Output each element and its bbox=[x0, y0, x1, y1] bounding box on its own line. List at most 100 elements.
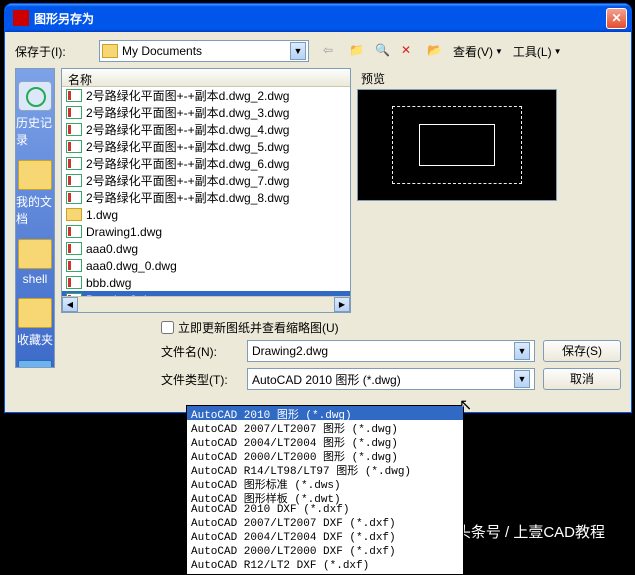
sidebar-item-documents[interactable]: 我的文档 bbox=[16, 156, 54, 231]
dropdown-option[interactable]: AutoCAD 2004/LT2004 图形 (*.dwg) bbox=[187, 434, 463, 448]
dropdown-option[interactable]: AutoCAD 2010 图形 (*.dwg) bbox=[187, 406, 463, 420]
app-icon bbox=[13, 10, 29, 26]
dropdown-option[interactable]: AutoCAD R12/LT2 DXF (*.dxf) bbox=[187, 560, 463, 574]
file-name: 2号路绿化平面图+-+副本d.dwg_4.dwg bbox=[86, 121, 289, 138]
dropdown-option[interactable]: AutoCAD 2004/LT2004 DXF (*.dxf) bbox=[187, 532, 463, 546]
tools-menu[interactable]: 工具(L) ▼ bbox=[513, 43, 562, 60]
save-in-label: 保存于(I): bbox=[15, 43, 93, 60]
file-item[interactable]: aaa0.dwg_0.dwg bbox=[62, 257, 350, 274]
file-name: bbb.dwg bbox=[86, 276, 131, 290]
search-icon[interactable]: 🔍 bbox=[375, 43, 391, 59]
dwg-file-icon bbox=[66, 293, 82, 296]
dropdown-option[interactable]: AutoCAD 2000/LT2000 图形 (*.dwg) bbox=[187, 448, 463, 462]
horizontal-scrollbar[interactable]: ◀ ▶ bbox=[62, 296, 350, 312]
file-name: Drawing1.dwg bbox=[86, 225, 162, 239]
column-header-name[interactable]: 名称 bbox=[62, 69, 350, 87]
favorites-icon bbox=[18, 298, 52, 328]
save-as-dialog: 图形另存为 ✕ 保存于(I): My Documents ▼ ⇦ 📁 🔍 ✕ 📂… bbox=[4, 3, 632, 413]
watermark-text: 头条号 / 上壹CAD教程 bbox=[456, 521, 605, 542]
new-folder-icon[interactable]: 📂 bbox=[427, 43, 443, 59]
dwg-file-icon bbox=[66, 106, 82, 119]
file-item[interactable]: 1.dwg bbox=[62, 206, 350, 223]
filetype-combo[interactable]: AutoCAD 2010 图形 (*.dwg) ▼ bbox=[247, 368, 535, 390]
titlebar[interactable]: 图形另存为 ✕ bbox=[5, 4, 631, 32]
view-menu[interactable]: 查看(V) ▼ bbox=[453, 43, 503, 60]
file-item[interactable]: 2号路绿化平面图+-+副本d.dwg_6.dwg bbox=[62, 155, 350, 172]
desktop-icon bbox=[18, 360, 52, 368]
chevron-down-icon[interactable]: ▼ bbox=[290, 42, 306, 60]
file-item[interactable]: 2号路绿化平面图+-+副本d.dwg_2.dwg bbox=[62, 87, 350, 104]
dwg-file-icon bbox=[66, 123, 82, 136]
file-name: 2号路绿化平面图+-+副本d.dwg_3.dwg bbox=[86, 104, 289, 121]
sidebar-item-shell[interactable]: shell bbox=[18, 235, 52, 290]
dropdown-option[interactable]: AutoCAD 图形样板 (*.dwt) bbox=[187, 490, 463, 504]
folder-icon bbox=[18, 239, 52, 269]
file-name: 1.dwg bbox=[86, 208, 118, 222]
save-in-combo[interactable]: My Documents ▼ bbox=[99, 40, 309, 62]
dwg-file-icon bbox=[66, 259, 82, 272]
cursor-icon: ↖ bbox=[459, 395, 472, 415]
file-item[interactable]: 2号路绿化平面图+-+副本d.dwg_3.dwg bbox=[62, 104, 350, 121]
dwg-file-icon bbox=[66, 225, 82, 238]
dwg-file-icon bbox=[66, 276, 82, 289]
filename-label: 文件名(N): bbox=[161, 343, 239, 360]
file-item[interactable]: 2号路绿化平面图+-+副本d.dwg_8.dwg bbox=[62, 189, 350, 206]
dialog-title: 图形另存为 bbox=[34, 10, 606, 27]
sidebar-item-label: 历史记录 bbox=[16, 114, 54, 148]
file-item[interactable]: aaa0.dwg bbox=[62, 240, 350, 257]
checkbox-label: 立即更新图纸并查看缩略图(U) bbox=[178, 319, 339, 336]
filename-value: Drawing2.dwg bbox=[252, 344, 328, 358]
filetype-value: AutoCAD 2010 图形 (*.dwg) bbox=[252, 371, 401, 388]
chevron-down-icon[interactable]: ▼ bbox=[514, 342, 530, 360]
dropdown-option[interactable]: AutoCAD 2007/LT2007 DXF (*.dxf) bbox=[187, 518, 463, 532]
preview-thumbnail bbox=[357, 89, 557, 201]
file-name: aaa0.dwg_0.dwg bbox=[86, 259, 177, 273]
file-item[interactable]: 2号路绿化平面图+-+副本d.dwg_7.dwg bbox=[62, 172, 350, 189]
file-item[interactable]: Drawing1.dwg bbox=[62, 223, 350, 240]
up-folder-icon[interactable]: 📁 bbox=[349, 43, 365, 59]
back-icon[interactable]: ⇦ bbox=[323, 43, 339, 59]
dropdown-option[interactable]: AutoCAD 2000/LT2000 DXF (*.dxf) bbox=[187, 546, 463, 560]
places-sidebar: 历史记录 我的文档 shell 收藏夹 桌面 bbox=[15, 68, 55, 368]
scroll-left-button[interactable]: ◀ bbox=[62, 297, 78, 312]
file-list[interactable]: 名称 2号路绿化平面图+-+副本d.dwg_2.dwg2号路绿化平面图+-+副本… bbox=[61, 68, 351, 313]
update-thumbnail-checkbox[interactable] bbox=[161, 321, 174, 334]
dropdown-option[interactable]: AutoCAD R14/LT98/LT97 图形 (*.dwg) bbox=[187, 462, 463, 476]
close-button[interactable]: ✕ bbox=[606, 8, 627, 29]
file-name: 2号路绿化平面图+-+副本d.dwg_8.dwg bbox=[86, 189, 289, 206]
file-name: 2号路绿化平面图+-+副本d.dwg_2.dwg bbox=[86, 87, 289, 104]
documents-icon bbox=[18, 160, 52, 190]
dwg-file-icon bbox=[66, 89, 82, 102]
file-item[interactable]: 2号路绿化平面图+-+副本d.dwg_4.dwg bbox=[62, 121, 350, 138]
dwg-file-icon bbox=[66, 157, 82, 170]
delete-icon[interactable]: ✕ bbox=[401, 43, 417, 59]
preview-pane: 预览 bbox=[357, 68, 557, 313]
sidebar-item-favorites[interactable]: 收藏夹 bbox=[17, 294, 53, 352]
file-item[interactable]: 2号路绿化平面图+-+副本d.dwg_5.dwg bbox=[62, 138, 350, 155]
preview-label: 预览 bbox=[357, 68, 557, 89]
save-button[interactable]: 保存(S) bbox=[543, 340, 621, 362]
sidebar-item-label: 收藏夹 bbox=[17, 331, 53, 348]
dropdown-option[interactable]: AutoCAD 2010 DXF (*.dxf) bbox=[187, 504, 463, 518]
filetype-label: 文件类型(T): bbox=[161, 371, 239, 388]
sidebar-item-label: 我的文档 bbox=[16, 193, 54, 227]
toolbar: ⇦ 📁 🔍 ✕ 📂 查看(V) ▼ 工具(L) ▼ bbox=[323, 43, 562, 60]
file-name: aaa0.dwg bbox=[86, 242, 138, 256]
file-name: 2号路绿化平面图+-+副本d.dwg_5.dwg bbox=[86, 138, 289, 155]
filename-input[interactable]: Drawing2.dwg ▼ bbox=[247, 340, 535, 362]
dwg-file-icon bbox=[66, 242, 82, 255]
folder-icon bbox=[102, 44, 118, 58]
sidebar-item-history[interactable]: 历史记录 bbox=[16, 77, 54, 152]
file-name: 2号路绿化平面图+-+副本d.dwg_7.dwg bbox=[86, 172, 289, 189]
sidebar-item-desktop[interactable]: 桌面 bbox=[18, 356, 52, 368]
chevron-down-icon[interactable]: ▼ bbox=[514, 370, 530, 388]
dwg-file-icon bbox=[66, 140, 82, 153]
scroll-right-button[interactable]: ▶ bbox=[334, 297, 350, 312]
dropdown-option[interactable]: AutoCAD 图形标准 (*.dws) bbox=[187, 476, 463, 490]
save-in-value: My Documents bbox=[122, 44, 202, 58]
file-name: 2号路绿化平面图+-+副本d.dwg_6.dwg bbox=[86, 155, 289, 172]
file-item[interactable]: bbb.dwg bbox=[62, 274, 350, 291]
dwg-file-icon bbox=[66, 191, 82, 204]
dropdown-option[interactable]: AutoCAD 2007/LT2007 图形 (*.dwg) bbox=[187, 420, 463, 434]
cancel-button[interactable]: 取消 bbox=[543, 368, 621, 390]
